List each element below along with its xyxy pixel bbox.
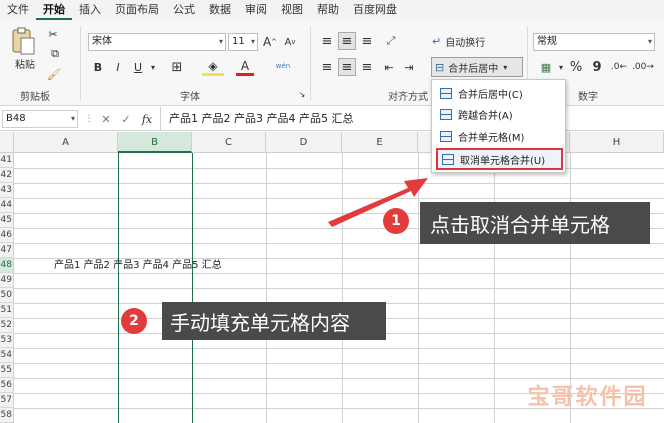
step-badge: 1 xyxy=(383,208,409,234)
spreadsheet-window: 文件 开始 插入 页面布局 公式 数据 审阅 视图 帮助 百度网盘 粘贴 ✂ ⧉… xyxy=(0,0,664,423)
callout-text: 手动填充单元格内容 xyxy=(170,310,350,335)
callout-step-1: 点击取消合并单元格 xyxy=(420,202,650,244)
callout-step-2: 手动填充单元格内容 xyxy=(162,302,386,340)
callout-text: 点击取消合并单元格 xyxy=(430,212,610,237)
step-badge: 2 xyxy=(121,308,147,334)
watermark-logo: 宝哥软件园 xyxy=(527,385,648,410)
